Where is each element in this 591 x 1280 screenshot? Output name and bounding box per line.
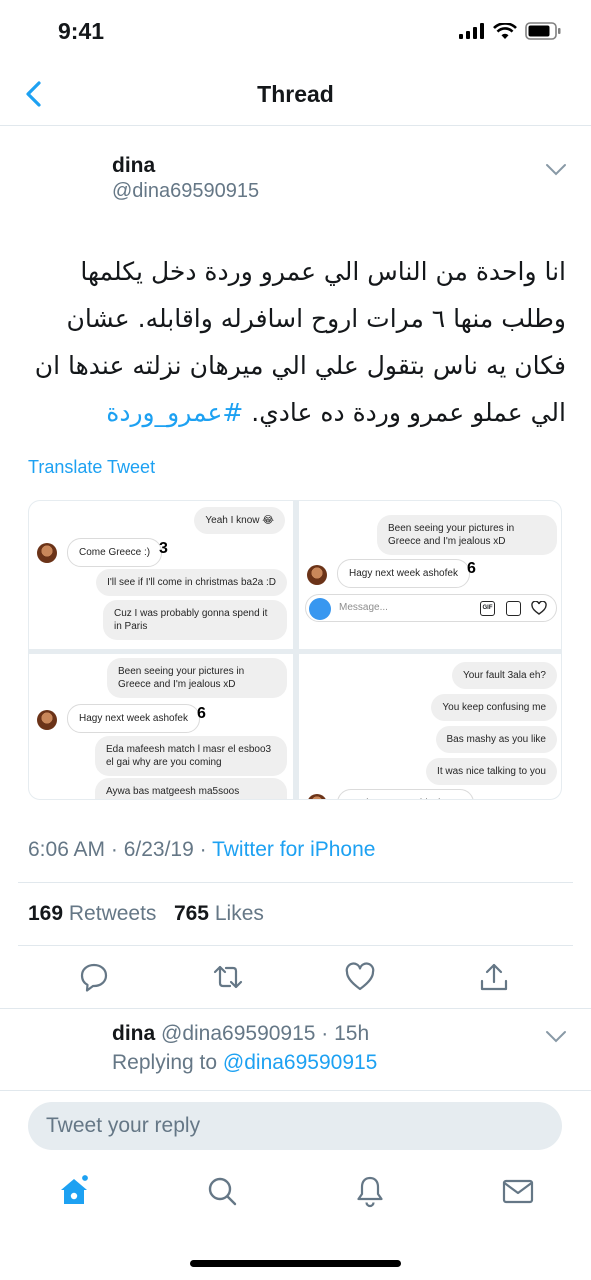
camera-icon[interactable] (309, 598, 331, 620)
divider (0, 1090, 591, 1091)
retweets-count: 169 (28, 902, 64, 925)
avatar (37, 543, 57, 563)
chat-bubble: Cuz I was probably gonna spend it in Par… (103, 600, 287, 640)
author-name[interactable]: dina (112, 154, 155, 178)
reply-input-placeholder: Tweet your reply (46, 1114, 201, 1137)
chat-bubble: Come Greece :) (67, 538, 163, 567)
tweet-text-line: وطلب منها ٦ مرات اروح اسافرله واقابله. ع… (66, 304, 566, 333)
chat-bubble: Been seeing your pictures in Greece and … (107, 658, 287, 698)
cellular-signal-icon (459, 23, 484, 39)
reply-handle-time: @dina69590915 · 15h (161, 1022, 370, 1045)
image-icon[interactable] (506, 601, 521, 616)
reply-icon[interactable] (78, 961, 110, 993)
translate-tweet-link[interactable]: Translate Tweet (28, 457, 155, 478)
heart-icon[interactable] (531, 601, 547, 616)
battery-icon (525, 22, 561, 40)
chat-bubble: Hagy next week ashofek (67, 704, 200, 733)
divider (18, 945, 573, 946)
divider (0, 1008, 591, 1009)
retweets-stat[interactable]: 169 Retweets (28, 902, 156, 925)
status-bar: 9:41 (0, 0, 591, 62)
share-icon[interactable] (478, 961, 510, 993)
screenshot-image-1[interactable]: Yeah I know 😂 Come Greece :) 3 I'll see … (29, 501, 293, 649)
tweet-text-line: الي عملو عمرو وردة ده عادي. (251, 398, 566, 427)
annotation-number: 3 (159, 540, 168, 557)
reply-header: dina @dina69590915 · 15h (112, 1022, 369, 1046)
navigation-bar: Thread (0, 62, 591, 126)
annotation-number: 6 (197, 705, 206, 722)
message-placeholder: Message... (339, 602, 388, 613)
tweet-text-line: فكان يه ناس بتقول علي الي ميرهان نزلته ع… (34, 351, 566, 380)
chat-bubble: Your fault 3ala eh? (451, 662, 557, 689)
tweet-time: 6:06 AM · 6/23/19 · (28, 838, 213, 861)
gif-icon[interactable]: GIF (480, 601, 495, 616)
like-heart-icon[interactable] (344, 961, 376, 993)
avatar (37, 710, 57, 730)
chat-bubble: Aywa bas matgeesh ma5soos 3ashany (95, 778, 287, 799)
chat-bubble: Yeah I know 😂 (194, 507, 285, 534)
tweet-timestamp: 6:06 AM · 6/23/19 · Twitter for iPhone (28, 838, 375, 862)
chat-bubble: La don't worry I block you (337, 789, 475, 799)
chat-bubble: Bas mashy as you like (435, 726, 557, 753)
message-input[interactable]: Message... GIF (305, 594, 557, 622)
annotation-number: 6 (467, 560, 476, 577)
status-icons (459, 22, 561, 40)
home-indicator (190, 1260, 401, 1267)
tab-bar (0, 1160, 591, 1240)
home-icon[interactable] (57, 1174, 91, 1208)
page-title: Thread (257, 81, 334, 107)
chat-bubble: It was nice talking to you (426, 758, 557, 785)
wifi-icon (493, 22, 517, 39)
screenshot-image-2[interactable]: Been seeing your pictures in Greece and … (299, 501, 561, 649)
chat-bubble: I'll see if I'll come in christmas ba2a … (96, 569, 287, 596)
chat-bubble: Eda mafeesh match l masr el esboo3 el ga… (95, 736, 287, 776)
messages-envelope-icon[interactable] (501, 1174, 535, 1208)
retweets-label: Retweets (68, 902, 157, 925)
screenshot-image-3[interactable]: Been seeing your pictures in Greece and … (29, 654, 293, 799)
tweet-stats: 169 Retweets 765 Likes (28, 902, 264, 926)
status-time: 9:41 (58, 18, 105, 44)
reply-input[interactable]: Tweet your reply (28, 1102, 562, 1150)
likes-count: 765 (173, 902, 209, 925)
tweet-text-line-last: الي عملو عمرو وردة ده عادي. #عمرو_وردة (26, 389, 566, 436)
tweet-source-link[interactable]: Twitter for iPhone (212, 838, 375, 861)
divider (18, 882, 573, 883)
tweet-options-chevron-icon[interactable] (545, 163, 567, 177)
reply-author-name[interactable]: dina (112, 1022, 155, 1045)
chat-bubble: You keep confusing me (431, 694, 557, 721)
screenshot-image-4[interactable]: Your fault 3ala eh? You keep confusing m… (299, 654, 561, 799)
tweet-text: انا واحدة من الناس الي عمرو وردة دخل يكل… (26, 248, 566, 436)
replying-to-handle-link[interactable]: @dina69590915 (223, 1051, 377, 1074)
chat-bubble: Hagy next week ashofek (337, 559, 470, 588)
tweet-actions (0, 955, 591, 1001)
replying-to: Replying to @dina69590915 (112, 1051, 377, 1075)
replying-to-label: Replying to (112, 1051, 223, 1074)
likes-label: Likes (214, 902, 264, 925)
avatar (307, 565, 327, 585)
avatar (307, 794, 327, 799)
notifications-bell-icon[interactable] (353, 1174, 387, 1208)
hashtag-link[interactable]: #عمرو_وردة (106, 398, 243, 427)
search-icon[interactable] (205, 1174, 239, 1208)
media-grid[interactable]: Yeah I know 😂 Come Greece :) 3 I'll see … (28, 500, 562, 800)
chat-bubble: Been seeing your pictures in Greece and … (377, 515, 557, 555)
author-handle[interactable]: @dina69590915 (112, 180, 259, 203)
reply-options-chevron-icon[interactable] (545, 1030, 567, 1044)
likes-stat[interactable]: 765 Likes (174, 902, 264, 925)
retweet-icon[interactable] (212, 961, 244, 993)
tweet-text-line: انا واحدة من الناس الي عمرو وردة دخل يكل… (80, 257, 566, 286)
